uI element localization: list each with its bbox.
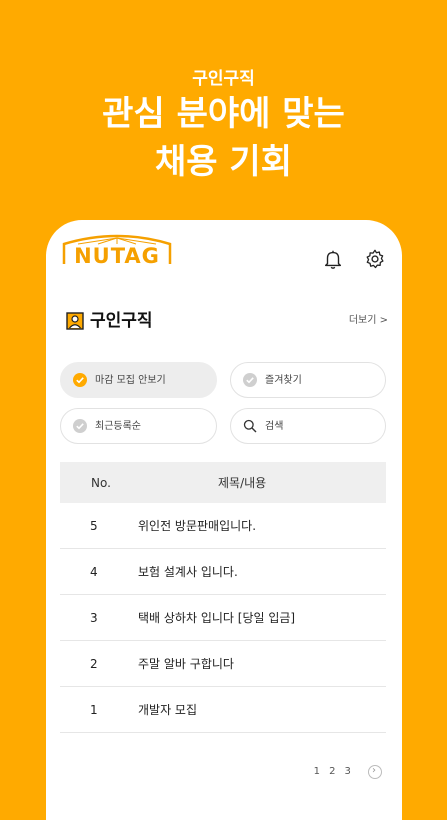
- bell-icon[interactable]: [322, 248, 344, 270]
- filter-hide-closed-label: 마감 모집 안보기: [95, 375, 166, 386]
- check-circle-icon: [73, 419, 87, 433]
- filter-recent-chip[interactable]: 최근등록순: [60, 408, 217, 444]
- table-row[interactable]: 3 택배 상하차 입니다 [당일 입금]: [60, 595, 386, 641]
- filter-favorites-chip[interactable]: 즐겨찾기: [230, 362, 386, 398]
- row-no: 3: [90, 611, 98, 625]
- table-header: No. 제목/내용: [60, 462, 386, 503]
- table-row[interactable]: 1 개발자 모집: [60, 687, 386, 733]
- row-title[interactable]: 주말 알바 구합니다: [138, 656, 234, 672]
- more-link[interactable]: 더보기 >: [349, 314, 388, 328]
- page-3-link[interactable]: 3: [345, 764, 351, 780]
- promo-title: 관심 분야에 맞는 채용 기회: [0, 90, 447, 186]
- filter-hide-closed-chip[interactable]: 마감 모집 안보기: [60, 362, 217, 398]
- header-title: 제목/내용: [218, 476, 267, 490]
- section-header: 구인구직 더보기 >: [66, 310, 388, 334]
- check-circle-icon: [73, 373, 87, 387]
- page-1-link[interactable]: 1: [314, 764, 320, 780]
- chevron-right-icon: ›: [372, 764, 376, 776]
- next-page-button[interactable]: ›: [368, 764, 382, 779]
- row-no: 2: [90, 657, 98, 671]
- search-chip[interactable]: 검색: [230, 408, 386, 444]
- page-2-link[interactable]: 2: [329, 764, 335, 780]
- logo-text: NUTAG: [74, 244, 160, 268]
- person-icon: [66, 312, 84, 330]
- promo-title-line2: 채용 기회: [155, 142, 292, 182]
- row-title[interactable]: 위인전 방문판매입니다.: [138, 518, 256, 534]
- row-title[interactable]: 택배 상하차 입니다 [당일 입금]: [138, 610, 295, 626]
- promo-eyebrow: 구인구직: [192, 69, 255, 89]
- gear-icon[interactable]: [364, 248, 386, 270]
- job-table: No. 제목/내용 5 위인전 방문판매입니다. 4 보험 설계사 입니다. 3…: [60, 462, 386, 733]
- row-title[interactable]: 보험 설계사 입니다.: [138, 564, 238, 580]
- search-icon: [243, 419, 257, 433]
- search-label: 검색: [265, 421, 284, 432]
- filter-recent-label: 최근등록순: [95, 421, 141, 432]
- row-no: 4: [90, 565, 98, 579]
- phone-screen: NUTAG 구인구직 더보기 > 마감 모집 안보기 즐겨찾기 최근등록순 검색…: [46, 220, 402, 820]
- filter-favorites-label: 즐겨찾기: [265, 375, 302, 386]
- row-no: 5: [90, 519, 98, 533]
- row-no: 1: [90, 703, 98, 717]
- pagination: 1 2 3 ›: [314, 761, 382, 780]
- table-row[interactable]: 2 주말 알바 구합니다: [60, 641, 386, 687]
- section-title: 구인구직: [90, 311, 153, 331]
- check-circle-icon: [243, 373, 257, 387]
- nutag-logo: NUTAG: [58, 234, 176, 268]
- row-title[interactable]: 개발자 모집: [138, 702, 197, 718]
- table-row[interactable]: 5 위인전 방문판매입니다.: [60, 503, 386, 549]
- header-no: No.: [91, 476, 111, 490]
- promo-title-line1: 관심 분야에 맞는: [102, 94, 345, 134]
- table-row[interactable]: 4 보험 설계사 입니다.: [60, 549, 386, 595]
